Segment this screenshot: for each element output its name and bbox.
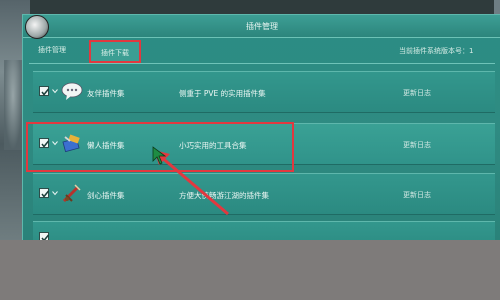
tab-plugin-download[interactable]: 插件下载 <box>89 40 141 63</box>
changelog-link[interactable]: 更新日志 <box>403 140 431 150</box>
plugin-description: 侧重于 PVE 的实用插件集 <box>179 89 266 98</box>
chevron-down-icon[interactable] <box>52 88 58 94</box>
sword-icon <box>62 184 81 203</box>
speech-bubble-icon <box>61 82 83 100</box>
plugin-name: 剑心插件集 <box>87 191 125 200</box>
plugin-checkbox[interactable] <box>39 188 50 198</box>
mouse-cursor-icon <box>152 146 167 165</box>
changelog-link[interactable]: 更新日志 <box>403 190 431 200</box>
plugin-checkbox[interactable] <box>39 86 50 96</box>
changelog-link[interactable]: 更新日志 <box>403 88 431 98</box>
tab-plugin-manage[interactable]: 插件管理 <box>33 42 71 58</box>
version-info: 当前插件系统版本号：1 <box>399 47 474 55</box>
bottom-area <box>0 240 500 300</box>
title-bar[interactable]: 插件管理 <box>23 15 500 39</box>
plugin-row[interactable]: 友伴插件集 侧重于 PVE 的实用插件集 更新日志 <box>33 71 495 113</box>
chevron-down-icon[interactable] <box>52 190 58 196</box>
plugin-row[interactable]: 剑心插件集 方便大侠畅游江湖的插件集 更新日志 <box>33 173 495 215</box>
window-title: 插件管理 <box>246 22 278 31</box>
plugin-name: 友伴插件集 <box>87 89 125 98</box>
divider <box>29 63 495 64</box>
